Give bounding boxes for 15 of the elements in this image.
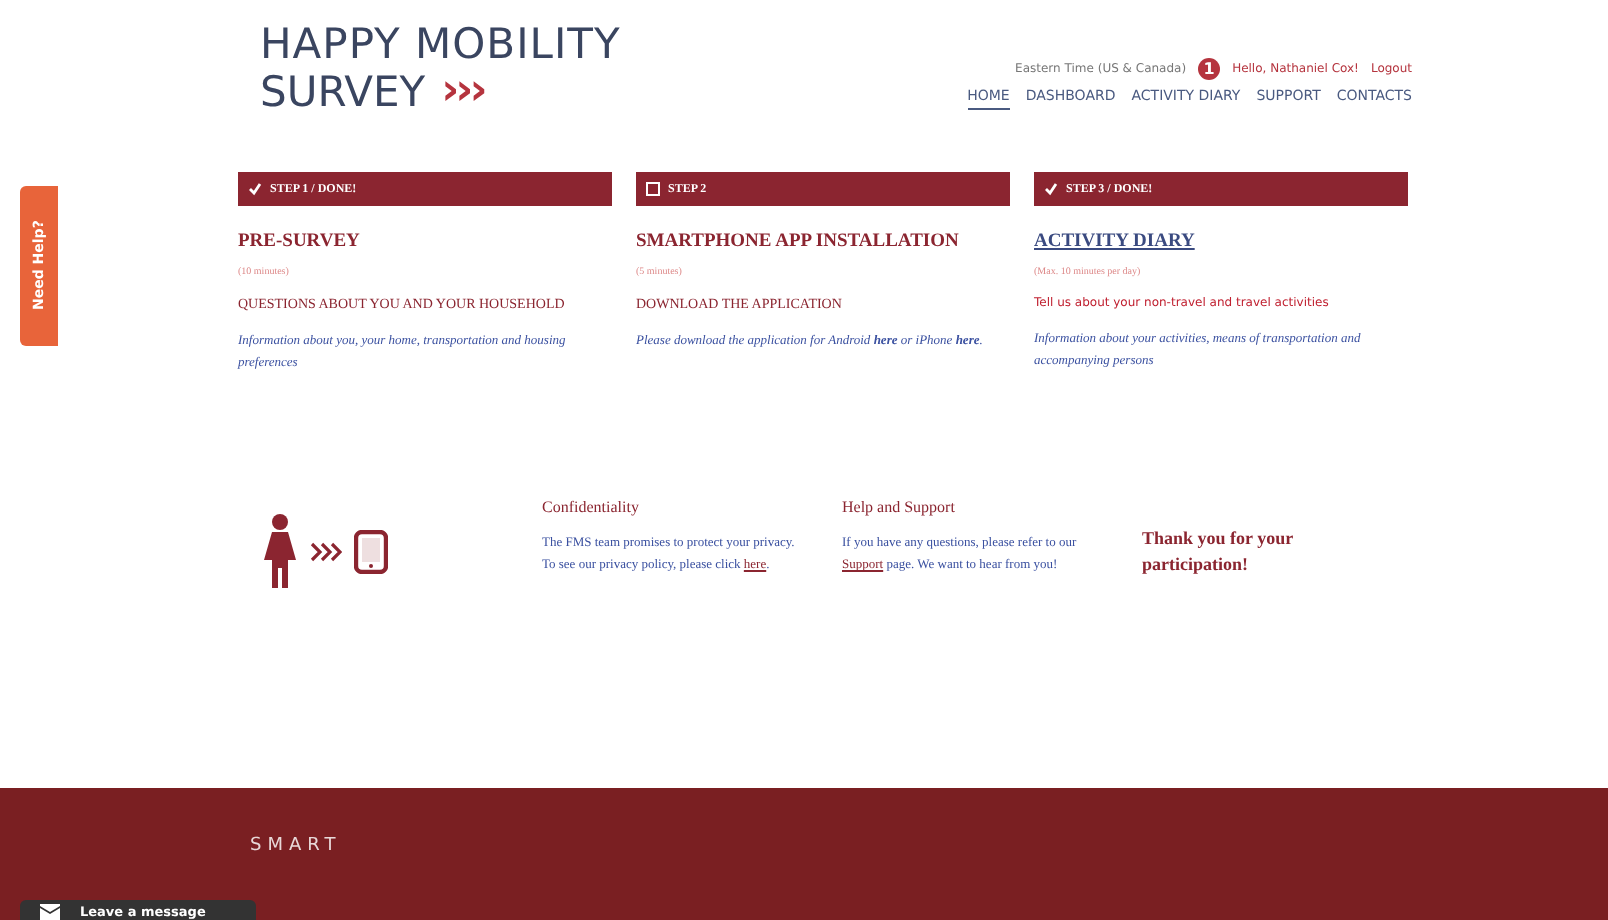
thanks-message: Thank you for your participation! <box>1142 526 1295 578</box>
mail-icon <box>40 904 60 920</box>
logo-title: HAPPY MOBILITY <box>260 20 621 68</box>
info-title: Help and Support <box>842 498 957 516</box>
step-title: SMARTPHONE APP INSTALLATION <box>636 232 961 252</box>
logo-subtitle: SURVEY <box>260 68 426 116</box>
person-icon <box>262 514 298 590</box>
step-title: PRE-SURVEY <box>238 232 362 252</box>
tablet-icon <box>354 530 388 574</box>
chevron-icon: ››› <box>441 68 484 116</box>
info-title: Confidentiality <box>542 498 641 516</box>
notification-badge[interactable]: 1 <box>1198 58 1221 80</box>
footer-brand: SMART <box>250 836 342 856</box>
chevron-icon <box>310 542 342 562</box>
step-title[interactable]: ACTIVITY DIARY <box>1034 232 1408 252</box>
